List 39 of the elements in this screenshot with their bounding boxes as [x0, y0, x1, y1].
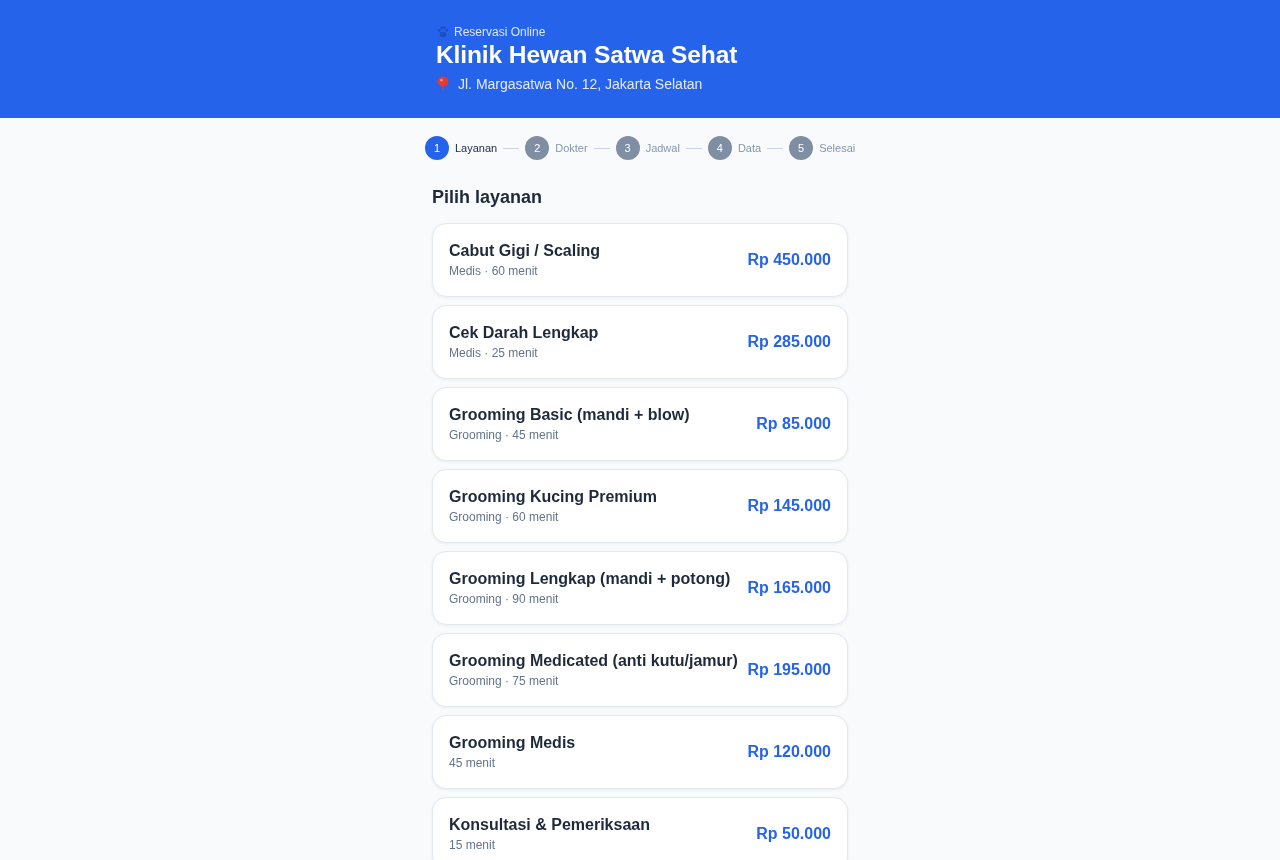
- service-card[interactable]: Cabut Gigi / Scaling Medis · 60 menit Rp 450.000: [432, 223, 848, 297]
- service-name: Grooming Medis: [449, 733, 576, 753]
- service-card[interactable]: Cek Darah Lengkap Medis · 25 menit Rp 285.000: [432, 305, 848, 379]
- service-details: 45 menit: [449, 755, 497, 771]
- service-details: 15 menit: [449, 837, 497, 853]
- service-details: Medis · 60 menit: [449, 263, 539, 279]
- service-details: Grooming · 60 menit: [449, 509, 560, 525]
- service-name: Grooming Basic (mandi + blow): [449, 405, 690, 425]
- service-price: Rp 195.000: [747, 660, 831, 680]
- service-details: Grooming · 45 menit: [449, 427, 560, 443]
- header-subtitle: Reservasi Online: [454, 24, 546, 40]
- clinic-title: Klinik Hewan Satwa Sehat: [436, 40, 739, 70]
- service-price: Rp 165.000: [747, 578, 831, 598]
- service-card[interactable]: Grooming Medicated (anti kutu/jamur) Grooming · 75 menit Rp 195.000: [432, 633, 848, 707]
- clinic-address: Jl. Margasatwa No. 12, Jakarta Selatan: [458, 75, 703, 94]
- service-price: Rp 450.000: [747, 250, 831, 270]
- section-title: Pilih layanan: [432, 186, 544, 208]
- service-card[interactable]: Grooming Kucing Premium Grooming · 60 menit Rp 145.000: [432, 469, 848, 543]
- service-price: Rp 120.000: [747, 742, 831, 762]
- service-card[interactable]: Grooming Medis 45 menit Rp 120.000: [432, 715, 848, 789]
- service-name: Konsultasi & Pemeriksaan: [449, 815, 650, 835]
- service-card[interactable]: Grooming Lengkap (mandi + potong) Grooming · 90 menit Rp 165.000: [432, 551, 848, 625]
- service-name: Grooming Kucing Premium: [449, 487, 657, 507]
- service-details: Grooming · 75 menit: [449, 673, 560, 689]
- service-price: Rp 50.000: [756, 824, 831, 844]
- service-name: Cabut Gigi / Scaling: [449, 241, 601, 261]
- pin-icon: [436, 76, 450, 92]
- service-name: Grooming Medicated (anti kutu/jamur): [449, 651, 738, 671]
- service-price: Rp 145.000: [747, 496, 831, 516]
- service-details: Medis · 25 menit: [449, 345, 539, 361]
- service-details: Grooming · 90 menit: [449, 591, 560, 607]
- service-price: Rp 85.000: [756, 414, 831, 434]
- service-name: Cek Darah Lengkap: [449, 323, 599, 343]
- service-name: Grooming Lengkap (mandi + potong): [449, 569, 731, 589]
- service-card[interactable]: Konsultasi & Pemeriksaan 15 menit Rp 50.000: [432, 797, 848, 860]
- step-tab[interactable]: 1 Layanan: [425, 136, 498, 160]
- paw-icon: [436, 25, 450, 39]
- service-card[interactable]: Grooming Basic (mandi + blow) Grooming · 45 menit Rp 85.000: [432, 387, 848, 461]
- service-price: Rp 285.000: [747, 332, 831, 352]
